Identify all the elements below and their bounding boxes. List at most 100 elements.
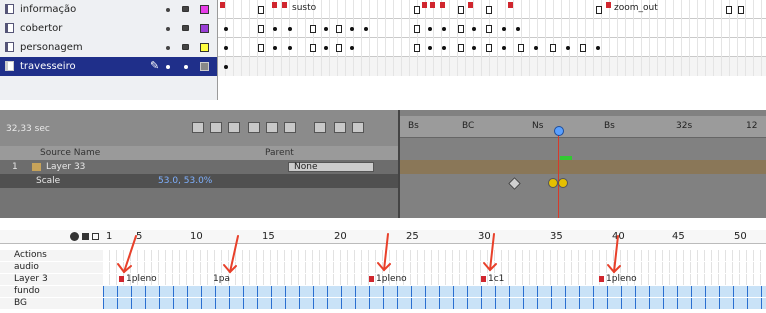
lock-icon[interactable] [182, 44, 189, 50]
time-ruler[interactable]: Bs BC Ns Bs 32s 12 [400, 116, 766, 138]
parent-value: None [294, 162, 318, 172]
arrow-icon [613, 235, 619, 273]
comp-mini-flowchart-icon[interactable] [210, 122, 222, 133]
keyframe-ease[interactable] [548, 178, 558, 188]
current-time-indicator[interactable] [558, 128, 559, 218]
visibility-dot[interactable] [166, 46, 170, 50]
ae-property-row[interactable]: Scale 53.0, 53.0% [0, 174, 398, 188]
layer-frames[interactable]: susto zoom_out [218, 0, 766, 19]
graph-editor-icon[interactable] [314, 122, 326, 133]
keyframe[interactable] [258, 6, 264, 14]
keyframe[interactable] [258, 44, 264, 52]
layer-row-travesseiro[interactable]: travesseiro ✎ [0, 57, 766, 76]
keyframe[interactable] [442, 46, 446, 50]
keyframe[interactable] [486, 6, 492, 14]
parent-header[interactable]: Parent [265, 149, 294, 158]
keyframe[interactable] [350, 46, 354, 50]
keyframe[interactable] [324, 46, 328, 50]
keyframe[interactable] [224, 27, 228, 31]
keyframe[interactable] [472, 27, 476, 31]
layer-row-personagem[interactable]: personagem [0, 38, 766, 57]
keyframe[interactable] [273, 46, 277, 50]
keyframe[interactable] [324, 27, 328, 31]
layer-row-cobertor[interactable]: cobertor [0, 19, 766, 38]
layer-label: cobertor [20, 23, 63, 34]
keyframe-assistant-icon[interactable] [352, 122, 364, 133]
keyframe[interactable] [442, 27, 446, 31]
keyframe[interactable] [726, 6, 732, 14]
keyframe[interactable] [350, 27, 354, 31]
keyframe[interactable] [414, 25, 420, 33]
layer-frames[interactable] [218, 38, 766, 57]
timecode[interactable]: 32,33 sec [6, 125, 50, 134]
outline-color-swatch[interactable] [200, 43, 209, 52]
layer-label: travesseiro [20, 61, 76, 72]
layer-name-cell: personagem [0, 38, 218, 57]
keyframe[interactable] [414, 6, 420, 14]
keyframe[interactable] [534, 46, 538, 50]
keyframe[interactable] [486, 44, 492, 52]
draft-3d-icon[interactable] [228, 122, 240, 133]
keyframe[interactable] [310, 25, 316, 33]
lock-icon[interactable] [182, 6, 189, 12]
outline-color-swatch[interactable] [200, 62, 209, 71]
keyframe[interactable] [258, 25, 264, 33]
property-value[interactable]: 53.0, 53.0% [158, 177, 212, 186]
layer-name-cell: cobertor [0, 19, 218, 38]
keyframe[interactable] [310, 44, 316, 52]
keyframe[interactable] [596, 46, 600, 50]
outline-color-swatch[interactable] [200, 24, 209, 33]
frame-blending-icon[interactable] [266, 122, 278, 133]
keyframe[interactable] [288, 27, 292, 31]
layer-label: informação [20, 4, 77, 15]
search-icon[interactable] [192, 122, 204, 133]
visibility-dot[interactable] [166, 65, 170, 69]
keyframe[interactable] [224, 65, 228, 69]
layer-name[interactable]: Layer 33 [46, 163, 85, 172]
lock-icon[interactable] [182, 25, 189, 31]
layer-frames[interactable] [218, 57, 766, 76]
ae-empty-area [0, 188, 398, 218]
keyframe[interactable] [458, 25, 464, 33]
playhead-handle-icon[interactable] [554, 126, 564, 136]
keyframe[interactable] [502, 46, 506, 50]
layer-row-informacao[interactable]: informação susto zoom_out [0, 0, 766, 19]
visibility-dot[interactable] [166, 8, 170, 12]
keyframe[interactable] [224, 46, 228, 50]
ae-time-graph[interactable]: Bs BC Ns Bs 32s 12 [400, 110, 766, 218]
keyframe[interactable] [336, 25, 342, 33]
keyframe-ease[interactable] [558, 178, 568, 188]
visibility-dot[interactable] [166, 27, 170, 31]
keyframe[interactable] [486, 25, 492, 33]
keyframe[interactable] [580, 44, 586, 52]
lock-dot[interactable] [184, 65, 188, 69]
keyframe[interactable] [428, 46, 432, 50]
motion-blur-icon[interactable] [284, 122, 296, 133]
frame-label-flag [430, 2, 435, 8]
keyframe[interactable] [428, 27, 432, 31]
outline-color-swatch[interactable] [200, 5, 209, 14]
keyframe[interactable] [364, 27, 368, 31]
keyframe[interactable] [566, 46, 570, 50]
keyframe[interactable] [288, 46, 292, 50]
keyframe[interactable] [273, 27, 277, 31]
keyframe[interactable] [518, 44, 524, 52]
keyframe[interactable] [472, 46, 476, 50]
ae-layer-row[interactable]: 1 Layer 33 None [0, 160, 398, 174]
keyframe[interactable] [516, 27, 520, 31]
source-name-header[interactable]: Source Name [40, 149, 100, 158]
layer-frames[interactable] [218, 19, 766, 38]
ruler-tick: 12 [746, 121, 758, 131]
brainstorm-icon[interactable] [334, 122, 346, 133]
keyframe[interactable] [458, 44, 464, 52]
keyframe[interactable] [336, 44, 342, 52]
keyframe[interactable] [458, 6, 464, 14]
keyframe[interactable] [550, 44, 556, 52]
keyframe[interactable] [738, 6, 744, 14]
keyframe[interactable] [596, 6, 602, 14]
keyframe-diamond[interactable] [508, 177, 521, 190]
layer-duration-bar[interactable] [400, 160, 766, 174]
keyframe[interactable] [414, 44, 420, 52]
keyframe[interactable] [502, 27, 506, 31]
shy-layers-icon[interactable] [248, 122, 260, 133]
